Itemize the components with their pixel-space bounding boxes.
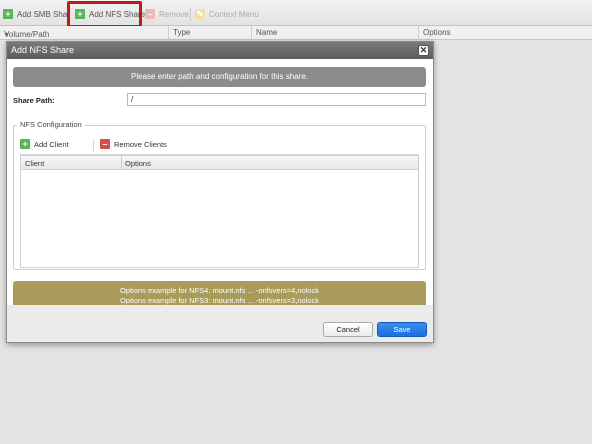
column-divider [251,26,252,40]
column-divider [418,26,419,40]
dialog-titlebar[interactable]: Add NFS Share ✕ [7,42,433,59]
add-client-button[interactable]: + Add Client [20,139,69,149]
add-smb-share-label: Add SMB Shar [17,9,70,19]
column-name[interactable]: Name [256,28,277,37]
minus-icon: – [100,139,110,149]
dialog-footer: Cancel Save [7,305,433,342]
context-menu-label: Context Menu [209,9,259,19]
remove-clients-button[interactable]: – Remove Clients [100,139,167,149]
client-grid[interactable]: Client Options [20,155,419,268]
add-smb-share-button[interactable]: + Add SMB Shar [3,7,70,21]
column-options[interactable]: Options [423,28,451,37]
column-type[interactable]: Type [173,28,190,37]
remove-button[interactable]: – Remove [145,7,189,21]
highlight-box [67,1,142,28]
column-volume-path[interactable]: Volume/Path ▲ [4,28,49,39]
dialog-body: Please enter path and configuration for … [7,59,433,313]
nfs-configuration-legend: NFS Configuration [17,120,85,129]
share-path-label: Share Path: [13,96,55,105]
close-icon[interactable]: ✕ [418,45,429,56]
column-header: Volume/Path ▲ Type Name Options [0,26,592,40]
client-grid-toolbar: + Add Client – Remove Clients [20,135,419,155]
nfs4-example: Options example for NFS4: mount.nfs ... … [119,286,320,295]
client-grid-header: Client Options [21,156,418,170]
save-button[interactable]: Save [377,322,427,337]
minus-icon: – [145,9,155,19]
toolbar-divider [93,140,94,151]
plus-icon: + [3,9,13,19]
share-path-input[interactable]: / [127,93,426,106]
plus-icon: + [20,139,30,149]
column-divider [168,26,169,40]
context-menu-button[interactable]: ✎ Context Menu [195,7,259,21]
info-banner: Please enter path and configuration for … [13,67,426,87]
toolbar-divider [190,8,191,20]
add-nfs-share-dialog: Add NFS Share ✕ Please enter path and co… [6,41,434,343]
add-client-label: Add Client [34,139,69,149]
dialog-title: Add NFS Share [11,45,75,55]
column-options[interactable]: Options [125,159,151,168]
column-divider [121,156,122,170]
context-menu-icon: ✎ [195,9,205,19]
cancel-button[interactable]: Cancel [323,322,373,337]
remove-clients-label: Remove Clients [114,139,167,149]
remove-label: Remove [159,9,189,19]
column-client[interactable]: Client [25,159,44,168]
